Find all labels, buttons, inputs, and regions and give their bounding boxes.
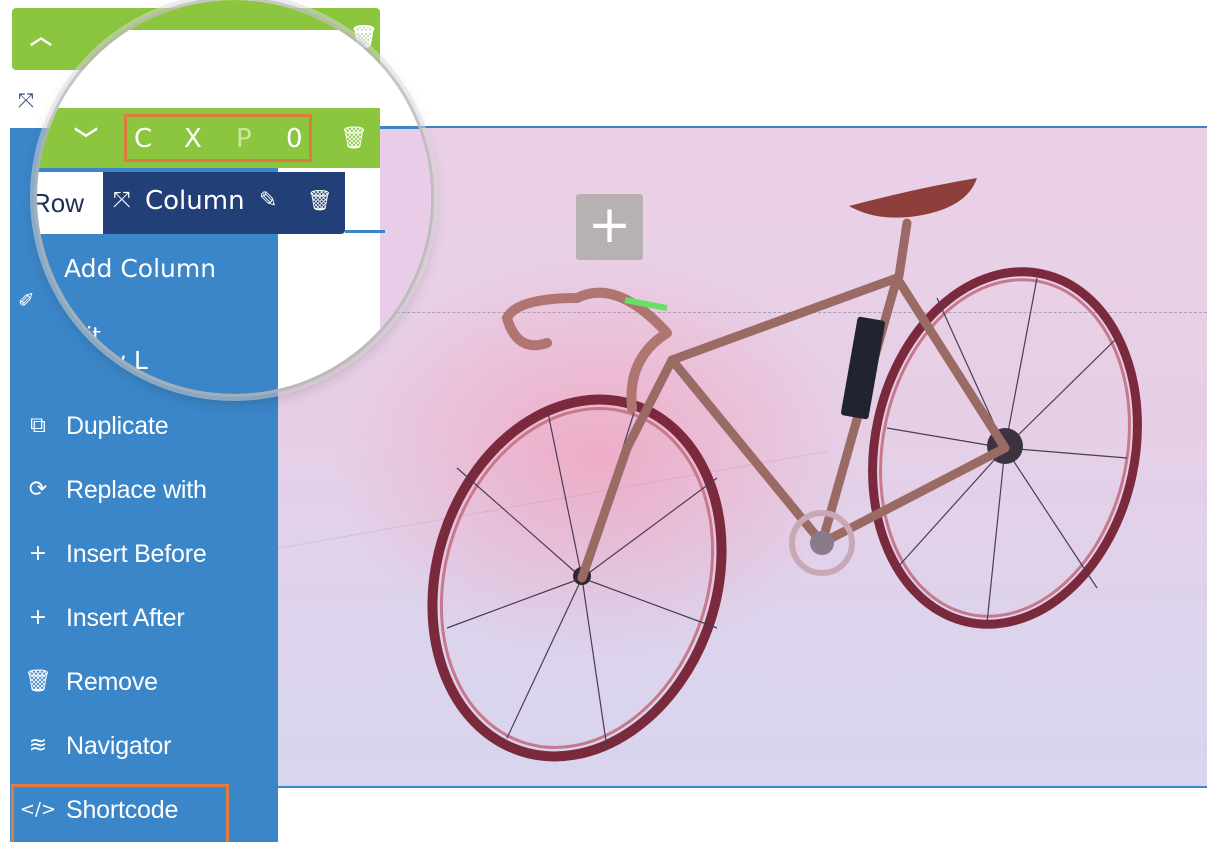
row-breadcrumb[interactable]: Row: [37, 172, 104, 234]
shortcode-highlight: [11, 784, 229, 842]
trash-icon[interactable]: 🗑: [307, 190, 332, 210]
menu-item-navigator[interactable]: ≋ Navigator: [10, 720, 278, 772]
page-builder-screen: + ︿ 🗑 ⤧ ⧉ Duplicate ⟳ Replace with + Ins…: [0, 0, 1207, 842]
saddle: [849, 178, 977, 218]
menu-item-duplicate[interactable]: ⧉ Duplicate: [10, 400, 278, 452]
trash-icon: 🗑: [24, 669, 52, 694]
layers-icon: ≋: [28, 733, 48, 758]
menu-item-label: Navigator: [66, 731, 172, 760]
trash-icon[interactable]: 🗑: [340, 128, 368, 150]
zoom-magnifier: ﹀ C X P 0 🗑 Row ⤧ Column ✎ 🗑 Add Column …: [37, 0, 431, 394]
plus-icon: +: [28, 541, 48, 566]
row-breadcrumb-label: Row: [37, 188, 85, 218]
refresh-icon: ⟳: [28, 477, 48, 502]
add-element-button[interactable]: +: [576, 194, 643, 260]
brush-icon: ✐: [18, 288, 35, 312]
menu-item-remove[interactable]: 🗑 Remove: [10, 656, 278, 708]
menu-item-label: Insert After: [66, 603, 185, 632]
shortcut-highlight: [124, 114, 312, 162]
plus-icon: +: [28, 605, 48, 630]
menu-item-label: Replace with: [66, 475, 207, 504]
pencil-icon[interactable]: ✎: [259, 190, 277, 212]
menu-item-label: Duplicate: [66, 411, 169, 440]
menu-item-edit-partial[interactable]: lit: [80, 326, 101, 348]
chevron-down-icon[interactable]: ﹀: [74, 128, 98, 152]
expand-icon: ⤧: [113, 188, 131, 213]
menu-item-insert-before[interactable]: + Insert Before: [10, 528, 278, 580]
column-breadcrumb[interactable]: ⤧ Column ✎ 🗑: [103, 172, 345, 234]
duplicate-icon: ⧉: [30, 413, 46, 438]
menu-item-replace-with[interactable]: ⟳ Replace with: [10, 464, 278, 516]
column-breadcrumb-label: Column: [145, 186, 245, 216]
expand-icon: ⤧: [18, 88, 34, 112]
brush-icon: ✐: [37, 262, 44, 284]
menu-item-insert-after[interactable]: + Insert After: [10, 592, 278, 644]
menu-item-label: Insert Before: [66, 539, 207, 568]
row-layout-icon: ☰: [37, 344, 46, 366]
row-toolbar-zoomed-edge: [37, 0, 380, 30]
menu-item-add-column[interactable]: Add Column: [64, 256, 216, 281]
menu-item-row-layout[interactable]: Row L: [74, 348, 148, 373]
menu-item-label: Remove: [66, 667, 158, 696]
